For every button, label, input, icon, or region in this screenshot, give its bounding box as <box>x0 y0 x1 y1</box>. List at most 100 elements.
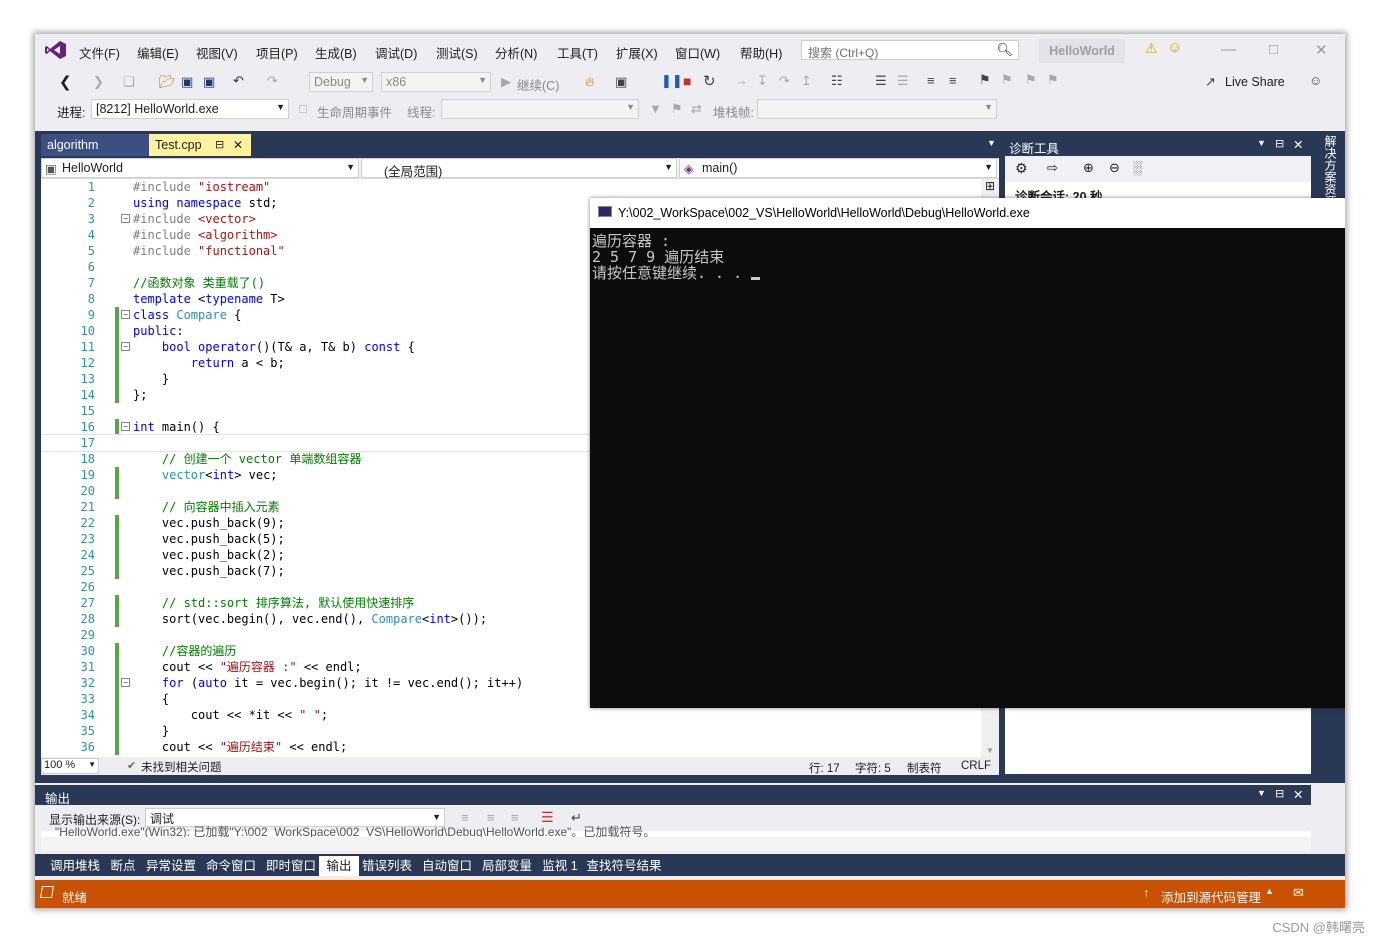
show-next-statement-icon[interactable]: → <box>735 73 748 88</box>
expand-icon[interactable]: ⇄ <box>691 101 702 117</box>
collapse-icon[interactable]: − <box>121 678 130 687</box>
continue-icon[interactable]: ▶ <box>501 74 511 90</box>
configuration-combo[interactable]: Debug ▼ <box>309 72 373 92</box>
maximize-icon[interactable]: □ <box>1269 41 1278 58</box>
zoom-out-icon[interactable]: ⊖ <box>1109 160 1120 176</box>
export-icon[interactable]: ⇨ <box>1047 160 1058 176</box>
menu-item[interactable]: 测试(S) <box>436 43 478 62</box>
output-text-area[interactable]: "HelloWorld.exe"(Win32): 已加载"Y:\002_Work… <box>41 825 1311 851</box>
panel-close-icon[interactable]: ✕ <box>1293 137 1303 152</box>
minimize-icon[interactable]: — <box>1221 41 1236 58</box>
save-all-icon[interactable]: ▣ <box>203 74 215 90</box>
hex-display-icon[interactable]: ☷ <box>831 73 843 89</box>
zoom-combo[interactable]: 100 % ▼ <box>41 758 99 774</box>
pin-icon[interactable]: ⊟ <box>1275 137 1284 150</box>
account-icon[interactable]: ☺ <box>1309 73 1322 88</box>
pin-icon[interactable]: ⊟ <box>215 134 224 156</box>
bottom-tab[interactable]: 即时窗口 <box>259 856 323 876</box>
code-line[interactable]: 35 } <box>41 723 999 739</box>
tab-overflow-icon[interactable]: ▼ <box>987 138 996 148</box>
save-icon[interactable]: ▣ <box>181 74 193 90</box>
thread-icon[interactable]: ☰ <box>875 73 887 89</box>
hot-reload-icon[interactable]: 🔥︎ <box>585 74 595 90</box>
thread-combo[interactable]: ▼ <box>441 99 639 119</box>
tab-algorithm[interactable]: algorithm <box>41 134 149 156</box>
pin-icon[interactable]: ⊟ <box>1275 787 1284 800</box>
menu-item[interactable]: 帮助(H) <box>740 43 782 62</box>
member-combo[interactable]: ◈ main() ▼ <box>679 158 997 178</box>
bottom-tab[interactable]: 查找符号结果 <box>581 856 667 876</box>
code-line[interactable]: 36 cout << "遍历结束" << endl; <box>41 739 999 755</box>
live-share-button[interactable]: Live Share <box>1225 75 1285 89</box>
stackframe-combo[interactable]: ▼ <box>757 99 997 119</box>
pause-icon[interactable]: ❚❚ <box>661 73 683 89</box>
code-line[interactable]: 1 #include "iostream" <box>41 179 999 195</box>
console-window[interactable]: Y:\002_WorkSpace\002_VS\HelloWorld\Hello… <box>590 198 1345 708</box>
collapse-icon[interactable]: − <box>121 342 130 351</box>
warning-icon[interactable]: ⚠ <box>1145 40 1158 57</box>
bottom-tab[interactable]: 异常设置 <box>139 856 203 876</box>
feedback-icon[interactable]: ☺ <box>1167 39 1182 56</box>
menu-item[interactable]: 项目(P) <box>256 43 298 62</box>
panel-menu-icon[interactable]: ▼ <box>1257 788 1266 798</box>
menu-item[interactable]: 窗口(W) <box>675 43 720 62</box>
filter-icon[interactable]: ▼ <box>649 101 662 116</box>
scroll-down-icon[interactable]: ▼ <box>986 746 994 755</box>
bookmark-icon[interactable]: ⚑ <box>979 72 991 88</box>
continue-button[interactable]: 继续(C) <box>517 75 559 94</box>
undo-icon[interactable]: ↶ <box>233 73 244 89</box>
chart-icon[interactable]: ░ <box>1133 160 1142 175</box>
open-file-icon[interactable]: 📂︎ <box>159 74 176 90</box>
uncomment-icon[interactable]: ≡ <box>949 73 957 88</box>
step-out-icon[interactable]: ↥ <box>801 73 812 89</box>
restart-icon[interactable]: ↻ <box>703 72 716 90</box>
bottom-tab[interactable]: 错误列表 <box>355 856 419 876</box>
step-over-icon[interactable]: ↷ <box>779 73 790 89</box>
eol-indicator[interactable]: CRLF <box>961 760 991 772</box>
tab-test-cpp[interactable]: Test.cpp ⊟ ✕ <box>149 134 251 156</box>
panel-close-icon[interactable]: ✕ <box>1293 787 1303 802</box>
step-into-icon[interactable]: ↧ <box>757 73 768 89</box>
scope-combo[interactable]: (全局范围) ▼ <box>361 158 677 179</box>
bottom-tab[interactable]: 监视 1 <box>535 856 585 876</box>
search-box[interactable]: 搜索 (Ctrl+Q) 🔍︎ <box>801 40 1019 60</box>
bottom-tab[interactable]: 局部变量 <box>475 856 539 876</box>
platform-combo[interactable]: x86 ▼ <box>381 72 491 92</box>
collapse-icon[interactable]: − <box>121 310 130 319</box>
menu-item[interactable]: 调试(D) <box>375 43 417 62</box>
bottom-tab[interactable]: 调用堆栈 <box>43 856 107 876</box>
code-line[interactable]: 34 cout << *it << " "; <box>41 707 999 723</box>
redo-icon[interactable]: ↷ <box>267 73 278 89</box>
panel-menu-icon[interactable]: ▼ <box>1257 138 1266 148</box>
lifecycle-events-button[interactable]: 生命周期事件 <box>317 102 392 121</box>
back-icon[interactable]: ❮ <box>59 73 72 91</box>
project-combo[interactable]: ▣ HelloWorld ▼ <box>41 158 359 178</box>
output-hscrollbar[interactable] <box>41 837 1311 851</box>
notification-bell-icon[interactable]: ✉ <box>1293 885 1304 901</box>
bottom-tab[interactable]: 断点 <box>103 856 143 876</box>
flag-icon[interactable]: ⚑ <box>671 101 683 117</box>
live-share-icon[interactable]: ↗ <box>1205 74 1216 90</box>
menu-item[interactable]: 扩展(X) <box>616 43 658 62</box>
issues-status[interactable]: 未找到相关问题 <box>141 759 222 775</box>
menu-item[interactable]: 生成(B) <box>315 43 357 62</box>
comment-icon[interactable]: ≡ <box>927 73 935 88</box>
tab-close-icon[interactable]: ✕ <box>233 134 243 156</box>
prev-bookmark-icon[interactable]: ⚑ <box>1001 72 1013 88</box>
menu-item[interactable]: 分析(N) <box>495 43 537 62</box>
menu-item[interactable]: 工具(T) <box>557 43 598 62</box>
process-combo[interactable]: [8212] HelloWorld.exe ▼ <box>91 99 289 119</box>
bottom-tab[interactable]: 命令窗口 <box>199 856 263 876</box>
stack-icon[interactable]: ☰ <box>897 73 909 89</box>
close-icon[interactable]: ✕ <box>1315 41 1328 59</box>
tab-indicator[interactable]: 制表符 <box>907 760 942 776</box>
zoom-in-icon[interactable]: ⊕ <box>1083 160 1094 176</box>
collapse-icon[interactable]: − <box>121 422 130 431</box>
camera-icon[interactable]: ▣ <box>615 74 627 90</box>
source-control-button[interactable]: 添加到源代码管理 <box>1161 887 1261 906</box>
menu-item[interactable]: 视图(V) <box>196 43 238 62</box>
bottom-tab[interactable]: 自动窗口 <box>415 856 479 876</box>
settings-icon[interactable]: ⚙ <box>1015 160 1028 177</box>
menu-item[interactable]: 文件(F) <box>79 43 120 62</box>
new-project-icon[interactable]: ❏ <box>123 74 135 90</box>
